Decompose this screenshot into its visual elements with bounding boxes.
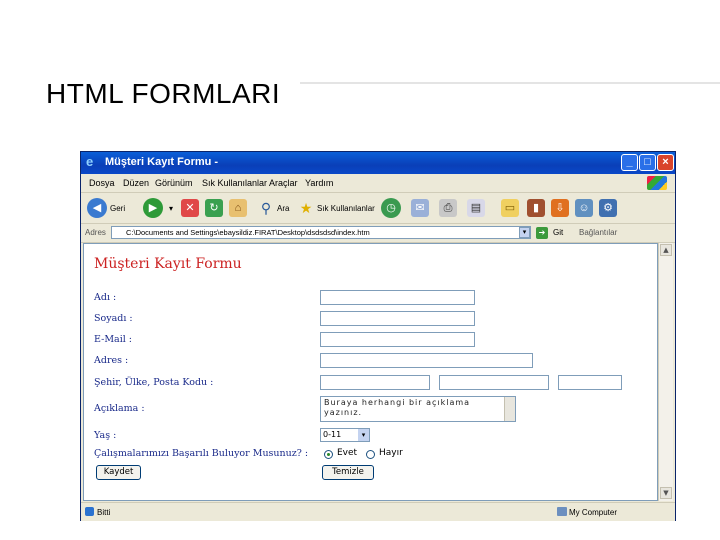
- search-label[interactable]: Ara: [277, 204, 289, 213]
- ad-input[interactable]: [320, 290, 475, 305]
- notes-icon[interactable]: ▭: [501, 199, 519, 217]
- minimize-button[interactable]: _: [621, 154, 638, 171]
- download-icon[interactable]: ⇩: [551, 199, 569, 217]
- menu-bar: Dosya Düzen Görünüm Sık Kullanılanlar Ar…: [81, 174, 675, 193]
- sehir-input[interactable]: [320, 375, 430, 390]
- radio-hayir[interactable]: [366, 450, 375, 459]
- adres-label: Adres :: [94, 355, 129, 366]
- address-dropdown-icon[interactable]: ▾: [519, 227, 530, 238]
- address-bar: Adres C:\Documents and Settings\ebaysild…: [81, 224, 675, 243]
- links-label[interactable]: Bağlantılar: [579, 228, 617, 237]
- page-content: Müşteri Kayıt Formu Adı : Soyadı : E-Mai…: [83, 243, 658, 501]
- posta-kodu-input[interactable]: [558, 375, 622, 390]
- aciklama-value: Buraya herhangi bir açıklama yazınız.: [324, 398, 471, 417]
- status-text: Bitti: [97, 508, 111, 517]
- favorites-icon[interactable]: ★: [297, 199, 315, 217]
- forward-dropdown-icon[interactable]: ▾: [169, 204, 173, 213]
- adres-input[interactable]: [320, 353, 533, 368]
- address-input[interactable]: C:\Documents and Settings\ebaysildiz.FIR…: [111, 226, 531, 239]
- browser-window: e Müşteri Kayıt Formu - _ □ × Dosya Düze…: [80, 151, 676, 521]
- windows-logo-icon: [647, 176, 667, 190]
- status-bar: Bitti My Computer: [81, 502, 675, 521]
- vertical-scrollbar[interactable]: ▲ ▼: [658, 243, 673, 501]
- yas-value: 0-11: [323, 430, 342, 439]
- slide-title: HTML FORMLARI: [46, 78, 281, 109]
- search-icon[interactable]: ⚲: [257, 199, 275, 217]
- email-label: E-Mail :: [94, 334, 133, 345]
- yas-label: Yaş :: [94, 430, 117, 441]
- go-button[interactable]: Git: [553, 228, 563, 237]
- email-input[interactable]: [320, 332, 475, 347]
- toolbar: ◀ Geri ▶ ▾ ✕ ↻ ⌂ ⚲ Ara ★ Sık Kullanılanl…: [81, 193, 675, 224]
- scroll-down-icon[interactable]: ▼: [660, 487, 672, 499]
- tools-icon[interactable]: ⚙: [599, 199, 617, 217]
- forward-icon[interactable]: ▶: [143, 198, 163, 218]
- radio-evet-label[interactable]: Evet: [337, 448, 357, 458]
- print-icon[interactable]: ⎙: [439, 199, 457, 217]
- computer-icon: [557, 507, 567, 516]
- go-icon[interactable]: ➔: [536, 227, 548, 239]
- stop-icon[interactable]: ✕: [181, 199, 199, 217]
- reset-button[interactable]: Temizle: [322, 465, 374, 480]
- address-label: Adres: [85, 228, 106, 237]
- mail-icon[interactable]: ✉: [411, 199, 429, 217]
- soyad-label: Soyadı :: [94, 313, 133, 324]
- title-bar[interactable]: e Müşteri Kayıt Formu - _ □ ×: [81, 152, 675, 174]
- menu-dosya[interactable]: Dosya: [89, 178, 115, 188]
- yas-select[interactable]: 0-11 ▾: [320, 428, 370, 442]
- messenger-icon[interactable]: ☺: [575, 199, 593, 217]
- research-icon[interactable]: ▮: [527, 199, 545, 217]
- submit-button[interactable]: Kaydet: [96, 465, 141, 480]
- refresh-icon[interactable]: ↻: [205, 199, 223, 217]
- home-icon[interactable]: ⌂: [229, 199, 247, 217]
- chevron-down-icon[interactable]: ▾: [358, 429, 369, 441]
- edit-icon[interactable]: ▤: [467, 199, 485, 217]
- menu-favorites[interactable]: Sık Kullanılanlar: [202, 178, 267, 188]
- window-title: Müşteri Kayıt Formu -: [105, 156, 219, 168]
- menu-duzen[interactable]: Düzen: [123, 178, 149, 188]
- aciklama-textarea[interactable]: Buraya herhangi bir açıklama yazınız.: [320, 396, 516, 422]
- menu-gorunum[interactable]: Görünüm: [155, 178, 193, 188]
- aciklama-label: Açıklama :: [94, 403, 145, 414]
- internet-explorer-icon: e: [86, 154, 94, 169]
- form-heading: Müşteri Kayıt Formu: [94, 256, 242, 272]
- menu-yardim[interactable]: Yardım: [305, 178, 333, 188]
- ad-label: Adı :: [94, 292, 117, 303]
- textarea-scrollbar[interactable]: [504, 397, 515, 421]
- question-label: Çalışmalarımızı Başarılı Buluyor Musunuz…: [94, 448, 309, 459]
- page-icon: [85, 507, 94, 516]
- close-button[interactable]: ×: [657, 154, 674, 171]
- ulke-input[interactable]: [439, 375, 549, 390]
- back-label[interactable]: Geri: [110, 204, 125, 213]
- radio-evet[interactable]: [324, 450, 333, 459]
- history-icon[interactable]: ◷: [381, 198, 401, 218]
- favorites-label[interactable]: Sık Kullanılanlar: [317, 204, 375, 213]
- radio-hayir-label[interactable]: Hayır: [379, 448, 403, 458]
- sehir-label: Şehir, Ülke, Posta Kodu :: [94, 377, 214, 388]
- maximize-button[interactable]: □: [639, 154, 656, 171]
- title-divider: [300, 82, 720, 84]
- soyad-input[interactable]: [320, 311, 475, 326]
- menu-araclar[interactable]: Araçlar: [269, 178, 298, 188]
- back-icon[interactable]: ◀: [87, 198, 107, 218]
- zone-text: My Computer: [569, 508, 618, 517]
- scroll-up-icon[interactable]: ▲: [660, 244, 672, 256]
